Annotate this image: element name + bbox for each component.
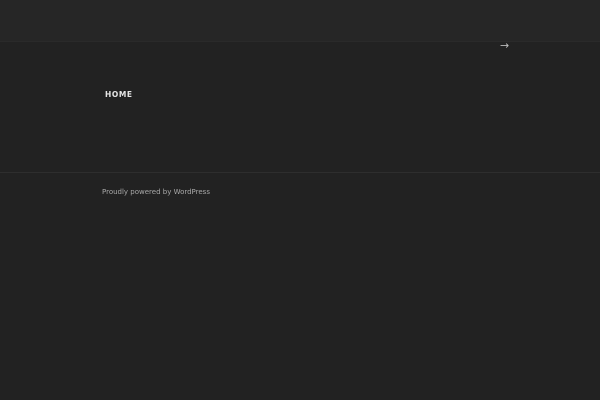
footer-divider <box>0 172 600 173</box>
footer-credit[interactable]: Proudly powered by WordPress <box>102 188 210 196</box>
top-bar <box>0 0 600 42</box>
arrow-right-icon[interactable]: → <box>500 39 509 53</box>
main-navigation: HOME <box>105 82 133 101</box>
nav-item-home[interactable]: HOME <box>105 90 133 99</box>
